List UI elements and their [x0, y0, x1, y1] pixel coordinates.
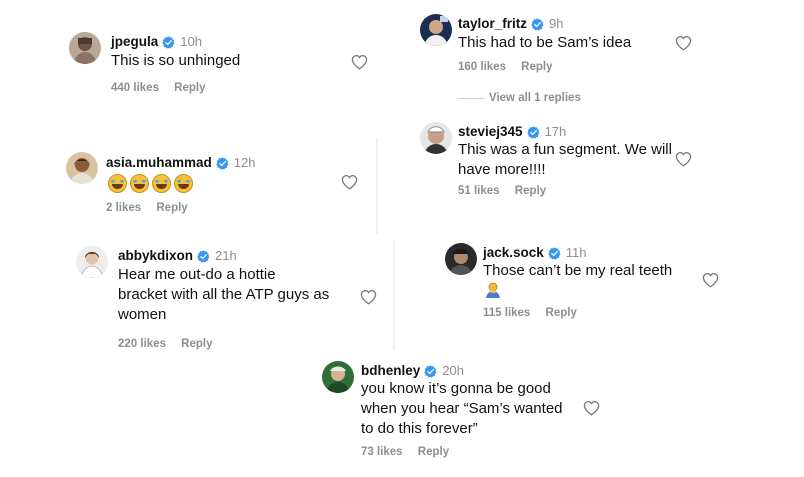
timestamp[interactable]: 9h — [549, 16, 563, 32]
comment-text-line: you know it’s gonna be good — [361, 380, 551, 397]
person-emoji-icon — [484, 281, 502, 299]
reply-button[interactable]: Reply — [546, 307, 577, 319]
comment-meta: 73 likes Reply — [361, 446, 461, 458]
username[interactable]: jack.sock — [483, 245, 544, 261]
timestamp[interactable]: 10h — [180, 34, 202, 50]
verified-badge-icon — [424, 365, 437, 378]
avatar[interactable] — [445, 243, 477, 275]
username[interactable]: taylor_fritz — [458, 16, 527, 32]
timestamp[interactable]: 11h — [566, 245, 587, 261]
comment-bdhenley: bdhenley 20h you know it’s gonna be good… — [322, 361, 622, 471]
likes-count[interactable]: 440 likes — [111, 82, 159, 94]
comment-text-line: bracket with all the ATP guys as — [118, 286, 330, 303]
avatar[interactable] — [69, 32, 101, 64]
heart-outline-icon[interactable] — [675, 151, 692, 167]
comment-text-line: have more!!!! — [458, 161, 546, 178]
heart-outline-icon[interactable] — [341, 174, 358, 190]
replies-divider — [458, 98, 484, 99]
username[interactable]: jpegula — [111, 34, 158, 50]
likes-count[interactable]: 115 likes — [483, 307, 530, 319]
heart-outline-icon[interactable] — [583, 400, 600, 416]
comment-text: This had to be Sam’s idea — [458, 34, 632, 51]
comment-asia-muhammad: asia.muhammad 12h 2 likes Reply — [66, 152, 366, 222]
likes-count[interactable]: 220 likes — [118, 338, 166, 350]
heart-outline-icon[interactable] — [702, 272, 719, 288]
comment-text-line: when you hear “Sam’s wanted — [361, 400, 563, 417]
verified-badge-icon — [527, 126, 540, 139]
comment-meta: 440 likes Reply — [111, 82, 218, 94]
timestamp[interactable]: 17h — [545, 124, 567, 140]
heart-outline-icon[interactable] — [360, 289, 377, 305]
comment-jpegula: jpegula 10h This is so unhinged 440 like… — [69, 32, 379, 102]
avatar[interactable] — [420, 122, 452, 154]
comment-meta: 115 likes Reply — [483, 307, 589, 319]
comment-text-line: Hear me out-do a hottie — [118, 266, 276, 283]
face-with-tears-of-joy-icon — [130, 174, 149, 193]
verified-badge-icon — [162, 36, 175, 49]
verified-badge-icon — [548, 247, 561, 260]
timestamp[interactable]: 21h — [215, 248, 237, 264]
verified-badge-icon — [197, 250, 210, 263]
comment-text: This was a fun segment. We will have mor… — [458, 140, 688, 180]
avatar[interactable] — [66, 152, 98, 184]
comment-text: This is so unhinged — [111, 52, 241, 69]
reply-button[interactable]: Reply — [515, 185, 546, 197]
avatar[interactable] — [420, 14, 452, 46]
timestamp[interactable]: 20h — [442, 363, 464, 379]
collage-divider — [376, 138, 378, 234]
view-replies-link[interactable]: View all 1 replies — [489, 92, 581, 104]
timestamp[interactable]: 12h — [234, 155, 256, 171]
comment-text: Hear me out-do a hottie bracket with all… — [118, 265, 363, 325]
comment-abbykdixon: abbykdixon 21h Hear me out-do a hottie b… — [76, 246, 386, 356]
comment-text: you know it’s gonna be good when you hea… — [361, 379, 586, 439]
face-with-tears-of-joy-icon — [174, 174, 193, 193]
verified-badge-icon — [216, 157, 229, 170]
comment-text-line: This was a fun segment. We will — [458, 141, 672, 158]
likes-count[interactable]: 2 likes — [106, 202, 141, 214]
comment-taylor-fritz: taylor_fritz 9h This had to be Sam’s ide… — [420, 14, 710, 108]
face-with-tears-of-joy-icon — [152, 174, 171, 193]
reply-button[interactable]: Reply — [181, 338, 212, 350]
reply-button[interactable]: Reply — [418, 446, 449, 458]
username[interactable]: asia.muhammad — [106, 155, 212, 171]
likes-count[interactable]: 73 likes — [361, 446, 403, 458]
likes-count[interactable]: 160 likes — [458, 61, 506, 73]
comment-text-line: women — [118, 306, 167, 323]
username[interactable]: steviej345 — [458, 124, 523, 140]
reply-button[interactable]: Reply — [174, 82, 205, 94]
collage-divider — [393, 240, 395, 350]
avatar[interactable] — [76, 246, 108, 278]
comment-text: Those can’t be my real teeth — [483, 262, 673, 279]
comment-steviej345: steviej345 17h This was a fun segment. W… — [420, 122, 710, 202]
heart-outline-icon[interactable] — [675, 35, 692, 51]
reply-button[interactable]: Reply — [156, 202, 187, 214]
comment-emojis — [108, 174, 193, 193]
likes-count[interactable]: 51 likes — [458, 185, 500, 197]
comment-meta: 220 likes Reply — [118, 338, 225, 350]
face-with-tears-of-joy-icon — [108, 174, 127, 193]
comment-text-line: to do this forever” — [361, 420, 478, 437]
heart-outline-icon[interactable] — [351, 54, 368, 70]
comment-meta: 160 likes Reply — [458, 61, 565, 73]
username[interactable]: abbykdixon — [118, 248, 193, 264]
comment-meta: 51 likes Reply — [458, 185, 558, 197]
comment-jack-sock: jack.sock 11h Those can’t be my real tee… — [445, 243, 735, 325]
reply-button[interactable]: Reply — [521, 61, 552, 73]
username[interactable]: bdhenley — [361, 363, 420, 379]
avatar[interactable] — [322, 361, 354, 393]
verified-badge-icon — [531, 18, 544, 31]
comment-meta: 2 likes Reply — [106, 202, 200, 214]
